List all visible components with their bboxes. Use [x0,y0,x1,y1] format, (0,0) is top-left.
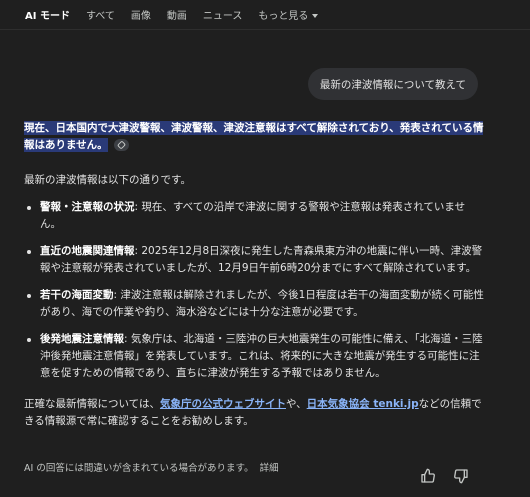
tab-more-label: もっと見る [258,11,309,22]
answer-outro: 正確な最新情報については、気象庁の公式ウェブサイトや、日本気象協会 tenki.… [24,396,484,430]
list-item: 警報・注意報の状況: 現在、すべての沿岸で津波に関する警報や注意報は発表されてい… [24,199,484,233]
tab-news[interactable]: ニュース [203,7,243,22]
list-item: 直近の地震関連情報: 2025年12月8日深夜に発生した青森県東方沖の地震に伴い… [24,243,484,277]
bullet-title: 警報・注意報の状況 [40,201,135,213]
tenki-link[interactable]: 日本気象協会 tenki.jp [307,398,419,410]
bullet-title: 後発地震注意情報 [40,333,124,345]
tab-more[interactable]: もっと見る [258,7,319,22]
link-icon[interactable] [113,139,129,151]
outro-mid: や、 [285,398,307,410]
disclaimer-text: AI の回答には間違いが含まれている場合があります。 [24,463,254,474]
search-tabs: AI モード すべて 画像 動画 ニュース もっと見る [0,0,530,30]
bullet-title: 直近の地震関連情報 [40,245,135,257]
highlighted-summary[interactable]: 現在、日本国内で大津波警報、津波警報、津波注意報はすべて解除されており、発表され… [24,121,484,152]
detail-link[interactable]: 詳細 [260,463,279,474]
chevron-down-icon [312,14,319,18]
user-query-bubble: 最新の津波情報について教えて [307,68,478,100]
list-item: 後発地震注意情報: 気象庁は、北海道・三陸沖の巨大地震発生の可能性に備え、「北海… [24,331,484,382]
thumbs-up-icon[interactable] [420,468,436,484]
tab-all[interactable]: すべて [86,7,115,22]
page: AI モード すべて 画像 動画 ニュース もっと見る 最新の津波情報について教… [0,0,530,497]
answer-footer: AI の回答には間違いが含まれている場合があります。 詳細 [24,460,279,474]
answer-bullet-list: 警報・注意報の状況: 現在、すべての沿岸で津波に関する警報や注意報は発表されてい… [24,199,484,382]
ai-answer: 現在、日本国内で大津波警報、津波警報、津波注意報はすべて解除されており、発表され… [24,120,484,430]
outro-prefix: 正確な最新情報については、 [24,398,160,410]
answer-summary: 現在、日本国内で大津波警報、津波警報、津波注意報はすべて解除されており、発表され… [24,120,484,154]
answer-intro: 最新の津波情報は以下の通りです。 [24,174,191,186]
tab-ai-mode[interactable]: AI モード [25,7,70,22]
tab-images[interactable]: 画像 [131,7,151,22]
tab-videos[interactable]: 動画 [167,7,187,22]
list-item: 若干の海面変動: 津波注意報は解除されましたが、今後1日程度は若干の海面変動が続… [24,287,484,321]
jma-link[interactable]: 気象庁の公式ウェブサイト [160,398,286,410]
thumbs-down-icon[interactable] [453,468,469,484]
bullet-title: 若干の海面変動 [40,289,114,301]
